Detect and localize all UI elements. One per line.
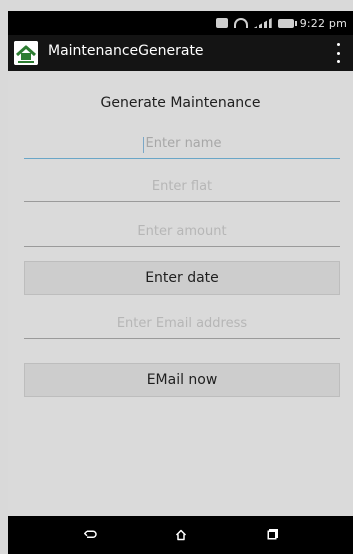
flat-input[interactable]: Enter flat (24, 172, 340, 202)
app-logo-icon (14, 41, 38, 65)
overflow-dot (336, 43, 340, 46)
home-icon[interactable] (169, 524, 193, 546)
back-icon[interactable] (78, 524, 102, 546)
recent-apps-icon[interactable] (260, 524, 284, 546)
overflow-dot (336, 51, 340, 55)
vibrate-icon (215, 18, 228, 28)
status-bar: 9:22 pm (8, 11, 353, 35)
name-input[interactable]: Enter name (24, 129, 340, 159)
android-screen: 9:22 pm MaintenanceGenerate Generate Mai… (0, 0, 353, 554)
status-icons: 9:22 pm (215, 15, 347, 31)
amount-input[interactable]: Enter amount (24, 217, 340, 247)
amount-placeholder: Enter amount (137, 224, 227, 239)
overflow-dot (336, 60, 340, 63)
status-time: 9:22 pm (299, 16, 347, 30)
page-heading: Generate Maintenance (100, 95, 261, 111)
app-bar: MaintenanceGenerate (8, 35, 353, 71)
navigation-bar (8, 516, 353, 554)
wifi-icon (233, 18, 248, 28)
battery-icon (277, 18, 297, 28)
content-area: Generate Maintenance Enter name Enter fl… (8, 71, 353, 516)
flat-placeholder: Enter flat (151, 179, 213, 194)
email-input[interactable]: Enter Email address (24, 309, 340, 339)
enter-date-button[interactable]: Enter date (24, 261, 340, 295)
email-now-button[interactable]: EMail now (24, 363, 340, 397)
app-title: MaintenanceGenerate (48, 43, 204, 59)
text-cursor (142, 136, 144, 153)
name-placeholder: Enter name (145, 136, 222, 151)
overflow-menu-icon[interactable] (333, 43, 343, 63)
email-placeholder: Enter Email address (116, 316, 248, 331)
signal-icon (253, 18, 272, 28)
